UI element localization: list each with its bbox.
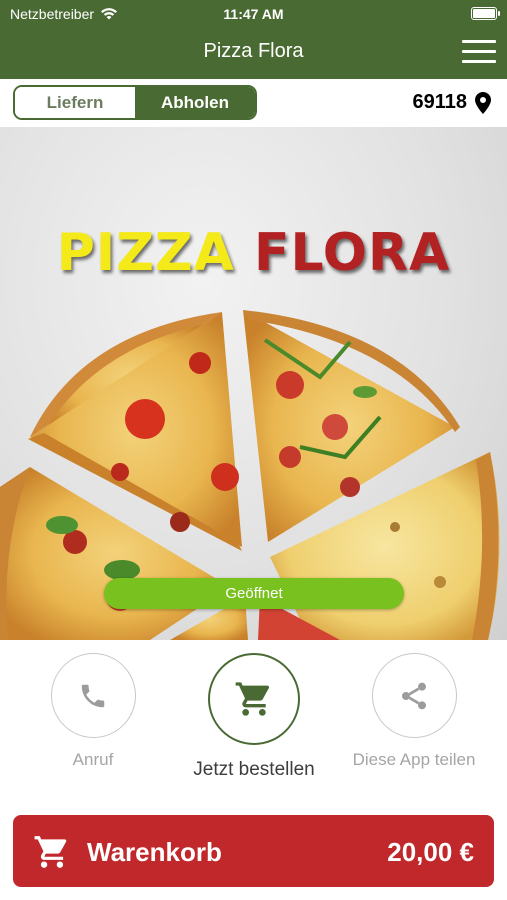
share-icon	[402, 682, 426, 709]
cart-icon	[235, 682, 269, 716]
cart-icon	[34, 836, 67, 868]
share-label: Diese App teilen	[352, 750, 476, 769]
call-button[interactable]	[50, 653, 136, 738]
cart-total: 20,00 €	[387, 837, 474, 867]
order-now-label: Jetzt bestellen	[193, 759, 315, 780]
location-pin-icon	[475, 91, 491, 114]
logo-word-flora: FLORA	[253, 223, 451, 283]
postal-code: 69118	[412, 91, 467, 113]
call-action[interactable]: Anruf	[50, 653, 136, 770]
hamburger-icon	[462, 50, 496, 53]
order-now-button[interactable]	[208, 653, 300, 745]
pickup-option[interactable]: Abholen	[135, 87, 255, 118]
status-time: 11:47 AM	[223, 6, 284, 22]
hero-banner: PIZZA FLORA Geöffnet	[0, 127, 507, 640]
battery-icon	[471, 7, 500, 20]
status-bar: Netzbetreiber 11:47 AM	[0, 0, 507, 28]
hamburger-icon	[462, 60, 496, 63]
hamburger-icon	[462, 40, 496, 43]
page-title: Pizza Flora	[203, 40, 304, 62]
app-header: Netzbetreiber 11:47 AM Pizza Flora	[0, 0, 507, 79]
order-now-action[interactable]: Jetzt bestellen	[186, 653, 322, 781]
cart-label: Warenkorb	[87, 837, 222, 867]
location-selector[interactable]: 69118	[412, 91, 491, 114]
pizza-image	[0, 310, 500, 640]
restaurant-logo: PIZZA FLORA	[0, 223, 507, 283]
call-label: Anruf	[72, 750, 114, 769]
logo-word-pizza: PIZZA	[56, 223, 235, 283]
quick-actions: Anruf Jetzt bestellen Diese App teilen	[0, 640, 507, 800]
delivery-option[interactable]: Liefern	[15, 87, 135, 118]
open-status-badge: Geöffnet	[104, 578, 404, 609]
phone-icon	[81, 684, 105, 707]
cart-button[interactable]: Warenkorb 20,00 €	[13, 815, 494, 887]
menu-button[interactable]	[462, 40, 496, 64]
order-toolbar: Liefern Abholen 69118	[0, 79, 507, 127]
order-mode-toggle: Liefern Abholen	[13, 85, 257, 120]
share-button[interactable]	[371, 653, 457, 738]
share-action[interactable]: Diese App teilen	[350, 653, 478, 770]
